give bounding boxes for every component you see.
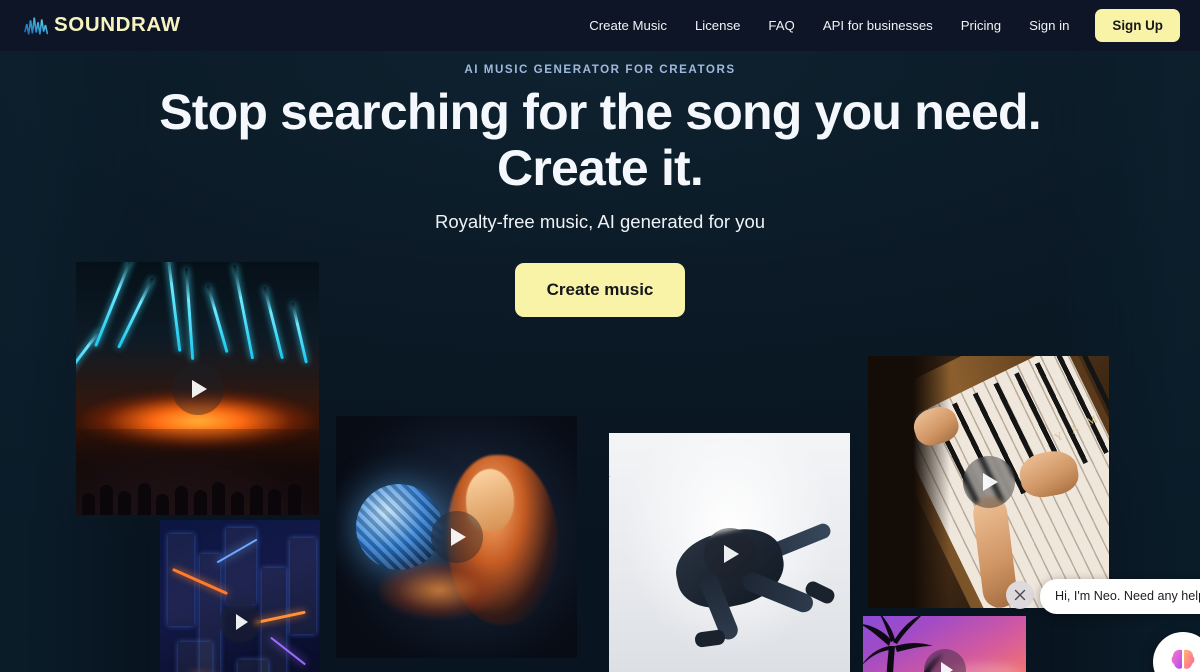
chat-greeting-bubble[interactable]: Hi, I'm Neo. Need any help? [1040, 579, 1200, 614]
nav-link-faq[interactable]: FAQ [754, 11, 808, 40]
hero-section: AI MUSIC GENERATOR FOR CREATORS Stop sea… [0, 51, 1200, 672]
chat-close-button[interactable] [1006, 581, 1034, 609]
page-title: Stop searching for the song you need. Cr… [0, 84, 1200, 196]
play-icon[interactable] [171, 362, 224, 415]
top-navigation-bar: SOUNDRAW Create Music License FAQ API fo… [0, 0, 1200, 51]
play-icon[interactable] [430, 511, 483, 563]
nav-link-create-music[interactable]: Create Music [575, 11, 681, 40]
media-card-breakdancer[interactable] [609, 433, 850, 672]
create-music-button[interactable]: Create music [514, 263, 686, 317]
media-card-city-night[interactable] [160, 520, 320, 672]
nav-links: Create Music License FAQ API for busines… [575, 9, 1180, 42]
hero-eyebrow: AI MUSIC GENERATOR FOR CREATORS [464, 63, 736, 76]
headline-line-1: Stop searching for the song you need. [159, 84, 1041, 140]
media-card-piano-hands[interactable]: Y A M [868, 356, 1109, 608]
nav-link-license[interactable]: License [681, 11, 754, 40]
brand-name: SOUNDRAW [54, 13, 181, 37]
sign-up-button[interactable]: Sign Up [1095, 9, 1180, 42]
media-card-disco-ball-singer[interactable] [336, 416, 577, 658]
city-night-artwork [160, 520, 320, 672]
media-card-sunset-palms[interactable] [863, 616, 1026, 672]
ai-brain-icon [1168, 645, 1198, 672]
close-icon [1014, 589, 1026, 601]
nav-link-sign-in[interactable]: Sign in [1015, 11, 1083, 40]
hero-subtitle: Royalty-free music, AI generated for you [434, 211, 766, 232]
hero-cta-container: Create music [0, 263, 1200, 317]
soundraw-landing-page: SOUNDRAW Create Music License FAQ API fo… [0, 0, 1200, 672]
play-icon[interactable] [219, 600, 261, 643]
audio-wave-icon [24, 15, 52, 37]
brand-logo[interactable]: SOUNDRAW [24, 15, 181, 37]
headline-line-2: Create it. [497, 140, 704, 196]
play-icon[interactable] [703, 528, 756, 580]
nav-link-pricing[interactable]: Pricing [947, 11, 1015, 40]
play-icon[interactable] [962, 456, 1015, 508]
nav-link-api[interactable]: API for businesses [809, 11, 947, 40]
